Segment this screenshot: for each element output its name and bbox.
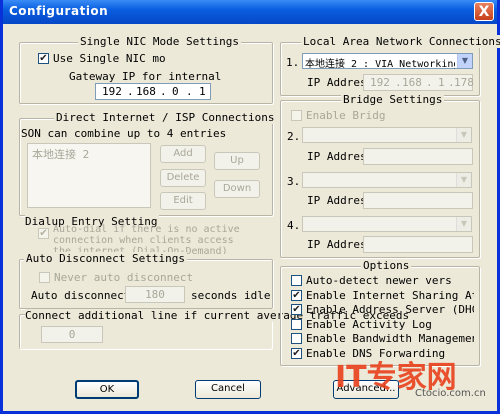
bridge-adapter-select[interactable]: ▼ (302, 127, 472, 143)
bridge-group-label: Bridge Settings (341, 93, 445, 106)
down-button[interactable]: Down (214, 180, 260, 198)
lan-ip-octet: 192 (370, 76, 390, 89)
bridge-slot-index: 3. (287, 175, 301, 188)
bridge-ip-field[interactable] (363, 192, 473, 209)
bridge-slot-index: 4. (287, 219, 301, 232)
option-label: Enable Bandwidth Management (306, 332, 474, 345)
option-label: Enable Address Server (DHCP (306, 303, 474, 316)
lan-group-label: Local Area Network Connections (301, 35, 500, 48)
lan-ip-field[interactable]: 192 . 168 . 1 . 178 (363, 74, 474, 91)
close-button[interactable]: X (474, 2, 494, 21)
use-single-nic-label: Use Single NIC mo (53, 52, 166, 65)
configuration-window: Configuration X Single NIC Mode Settings… (0, 0, 500, 414)
title-bar: Configuration X (3, 0, 497, 24)
direct-connections-group-label: Direct Internet / ISP Connections (54, 111, 277, 124)
chevron-down-icon[interactable]: ▼ (456, 217, 471, 231)
lan-adapter-select[interactable]: 本地连接 2 : VIA Networking \ ▼ (302, 53, 473, 70)
bridge-ip-field[interactable] (363, 148, 473, 165)
gateway-ip-octet: 0 (172, 85, 179, 98)
seconds-idle-label: seconds idle (191, 289, 271, 302)
options-group-label: Options (361, 259, 412, 272)
edit-button[interactable]: Edit (160, 192, 206, 210)
option-checkbox[interactable] (291, 318, 302, 330)
lan-ip-octet: 178 (454, 76, 474, 89)
lan-adapter-value: 本地连接 2 : VIA Networking \ (305, 59, 455, 70)
option-checkbox[interactable]: ✔ (291, 289, 302, 301)
gateway-ip-octet: 1 (199, 85, 206, 98)
option-checkbox[interactable]: ✔ (291, 347, 302, 359)
lan-index: 1. (286, 56, 300, 69)
option-label: Enable Internet Sharing At St (306, 288, 474, 302)
enable-bridge-label: Enable Bridg (306, 109, 386, 122)
disconnect-seconds-input[interactable]: 180 (125, 286, 185, 303)
option-checkbox[interactable] (291, 275, 302, 286)
gateway-ip-octet: 168 (136, 85, 156, 98)
traffic-threshold-input[interactable]: 0 (41, 326, 103, 343)
connections-listbox[interactable]: 本地连接 2 (27, 143, 151, 208)
auto-dial-checkbox[interactable]: ✔ (38, 228, 49, 239)
window-title: Configuration (9, 4, 109, 18)
bridge-adapter-select[interactable]: ▼ (302, 216, 472, 232)
watermark-url: Ctocio.com.cn (415, 388, 486, 399)
lan-ip-octet: 168 (402, 76, 422, 89)
son-label: SON can combine up to 4 entries (21, 127, 229, 140)
enable-bridge-checkbox[interactable] (291, 110, 302, 121)
add-button[interactable]: Add (160, 145, 206, 163)
option-label: Enable Activity Log (306, 317, 432, 331)
bridge-slot-index: 2. (287, 130, 301, 143)
use-single-nic-checkbox[interactable]: ✔ (38, 53, 49, 64)
single-nic-group-label: Single NIC Mode Settings (78, 35, 241, 48)
lan-ip-octet: 1 (438, 76, 445, 89)
delete-button[interactable]: Delete (160, 169, 206, 187)
ok-button[interactable]: OK (75, 380, 139, 399)
option-checkbox[interactable]: ✔ (291, 304, 302, 315)
never-disconnect-checkbox[interactable] (39, 272, 50, 283)
never-disconnect-label: Never auto disconnect (54, 271, 194, 284)
cancel-button[interactable]: Cancel (195, 380, 261, 399)
auto-disconnect-label: Auto disconnect (31, 289, 131, 302)
option-checkbox[interactable] (291, 333, 302, 344)
up-button[interactable]: Up (214, 152, 260, 170)
gateway-ip-field[interactable]: 192 . 168 . 0 . 1 (95, 83, 211, 100)
chevron-down-icon[interactable]: ▼ (457, 54, 472, 68)
auto-disconnect-group-label: Auto Disconnect Settings (24, 252, 187, 265)
list-item[interactable]: 本地连接 2 (28, 144, 150, 164)
gateway-ip-octet: 192 (102, 85, 122, 98)
bridge-adapter-select[interactable]: ▼ (302, 172, 472, 188)
chevron-down-icon[interactable]: ▼ (456, 128, 471, 142)
auto-dial-label: Auto-dial if there is no active connecti… (53, 224, 240, 254)
gateway-ip-label: Gateway IP for internal (69, 70, 222, 83)
bridge-ip-field[interactable] (363, 236, 473, 253)
option-label: Auto-detect newer vers (306, 274, 452, 287)
chevron-down-icon[interactable]: ▼ (456, 173, 471, 187)
